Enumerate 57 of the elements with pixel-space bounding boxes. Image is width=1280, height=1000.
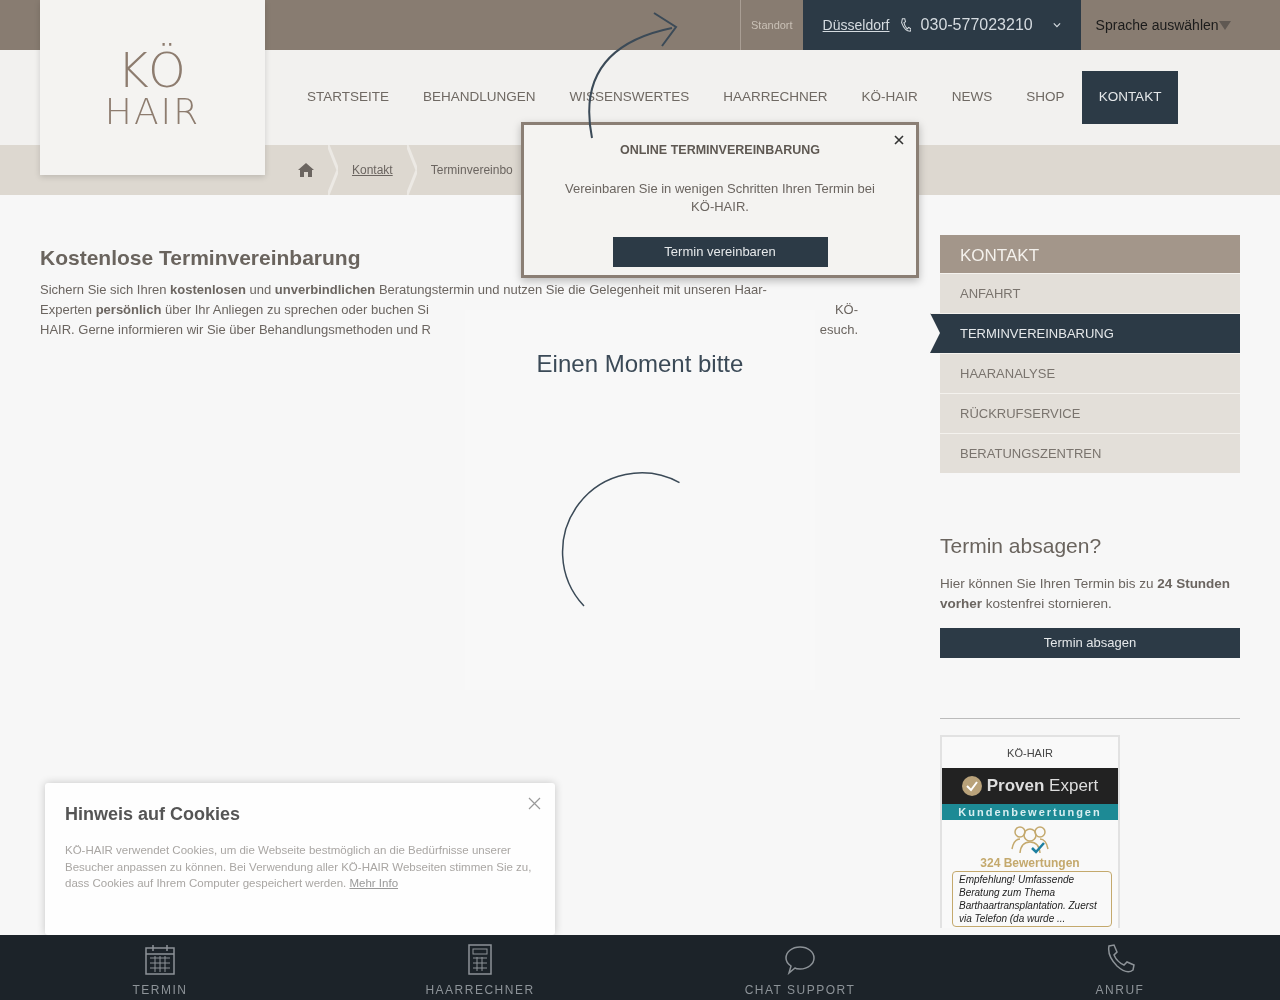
- popup-text: Vereinbaren Sie in wenigen Schritten Ihren Termin bei KÖ-HAIR.: [565, 179, 875, 216]
- phone-icon: [899, 16, 911, 34]
- appointment-button[interactable]: Termin vereinbaren: [612, 236, 828, 267]
- review-count: 324 Bewertungen: [980, 855, 1080, 872]
- calculator-icon: [465, 944, 495, 975]
- nav-item[interactable]: NEWS: [934, 71, 1010, 124]
- phone-number: 030-577023210: [920, 15, 1033, 35]
- paragraph-text: KÖ-: [834, 301, 858, 319]
- nav-item[interactable]: KÖ-HAIR: [844, 71, 935, 124]
- breadcrumb-item[interactable]: Kontakt: [352, 161, 393, 179]
- close-icon[interactable]: [894, 135, 904, 145]
- paragraph-text: Experten persönlich über Ihr Anliegen zu sprechen oder buchen Si: [40, 301, 429, 319]
- phone-icon: [1105, 944, 1135, 975]
- cancel-button[interactable]: Termin absagen: [940, 628, 1240, 659]
- popup-title: ONLINE TERMINVEREINBARUNG: [619, 142, 821, 159]
- page-heading: Kostenlose Terminvereinbarung: [40, 245, 361, 270]
- chevron-down-icon[interactable]: [1052, 22, 1061, 28]
- review-quote: Empfehlung! Umfassende Beratung zum Thema Barthaartransplantation. Zuerst via Telefon (da wurde ...: [952, 871, 1112, 928]
- language-select[interactable]: Sprache auswählen: [1080, 13, 1237, 37]
- more-info-link[interactable]: Mehr Info: [349, 877, 399, 889]
- sidebar-item[interactable]: HAARANALYSE: [940, 353, 1240, 393]
- home-icon[interactable]: [298, 163, 314, 177]
- speech-bubble-icon: [785, 944, 815, 975]
- nav-item[interactable]: KONTAKT: [1081, 71, 1179, 124]
- cancel-text: Hier können Sie Ihren Termin bis zu 24 Stunden vorher kostenfrei stornieren.: [940, 575, 1232, 614]
- logo-text[interactable]: KÖ: [117, 45, 188, 94]
- bottom-nav-item[interactable]: TERMIN: [0, 935, 320, 1000]
- dialog-title: Einen Moment bitte: [535, 349, 745, 379]
- cookie-text: KÖ-HAIR verwendet Cookies, um die Webseite bestmöglich an die Bedürfnisse unserer Besucher anpassen zu können. Bei Verwendung aller KÖ-HAIR Webseiten stimmen Sie zu, dass Cookies auf Ihrem Computer gespeichert werden. Mehr Info: [65, 843, 533, 891]
- bottom-nav-item[interactable]: CHAT SUPPORT: [640, 935, 960, 1000]
- brand-text: Proven Expert: [986, 775, 1099, 798]
- cookie-title: Hinweis auf Cookies: [65, 803, 242, 826]
- breadcrumb-item: Terminvereinbo: [430, 162, 513, 179]
- nav-item[interactable]: BEHANDLUNGEN: [406, 71, 553, 124]
- logo-text[interactable]: HAIR: [104, 93, 201, 130]
- subtitle-bar: Kundenbewertungen: [942, 804, 1118, 821]
- sidebar-item[interactable]: ANFAHRT: [940, 273, 1240, 313]
- sidebar-title: KONTAKT: [940, 235, 1240, 273]
- bottom-nav-item[interactable]: HAARRECHNER: [320, 935, 640, 1000]
- paragraph-text: HAIR. Gerne informieren wir Sie über Behandlungsmethoden und R: [40, 321, 431, 339]
- check-badge-icon: [961, 776, 982, 797]
- paragraph-text: esuch.: [819, 321, 858, 339]
- paragraph-text: Sichern Sie sich Ihren kostenlosen und unverbindlichen Beratungstermin und nutzen Sie die Gelegenheit mit unseren Haar-: [40, 281, 767, 299]
- people-check-icon: [1010, 823, 1050, 856]
- nav-item[interactable]: HAARRECHNER: [706, 71, 845, 124]
- city-link[interactable]: Düsseldorf: [822, 14, 890, 36]
- nav-item[interactable]: STARTSEITE: [290, 71, 406, 124]
- widget-title: KÖ-HAIR: [1007, 747, 1053, 761]
- sidebar-item[interactable]: RÜCKRUFSERVICE: [940, 393, 1240, 433]
- sidebar-item[interactable]: BERATUNGSZENTREN: [940, 433, 1240, 473]
- review-widget[interactable]: KÖ-HAIR Proven Expert Kundenbewertungen 324 Bewertungen Empfehlung! Umfassende Beratung zum Thema Barthaartransplantation. Zuerst via Telefon (da wurde ...: [940, 735, 1120, 929]
- caret-icon: [1218, 20, 1231, 30]
- sidebar-item[interactable]: TERMINVEREINBARUNG: [930, 313, 1240, 353]
- cancel-heading: Termin absagen?: [940, 533, 1103, 559]
- calendar-icon: [145, 944, 175, 975]
- nav-item[interactable]: SHOP: [1009, 71, 1082, 124]
- bottom-nav-item[interactable]: ANRUF: [960, 935, 1280, 1000]
